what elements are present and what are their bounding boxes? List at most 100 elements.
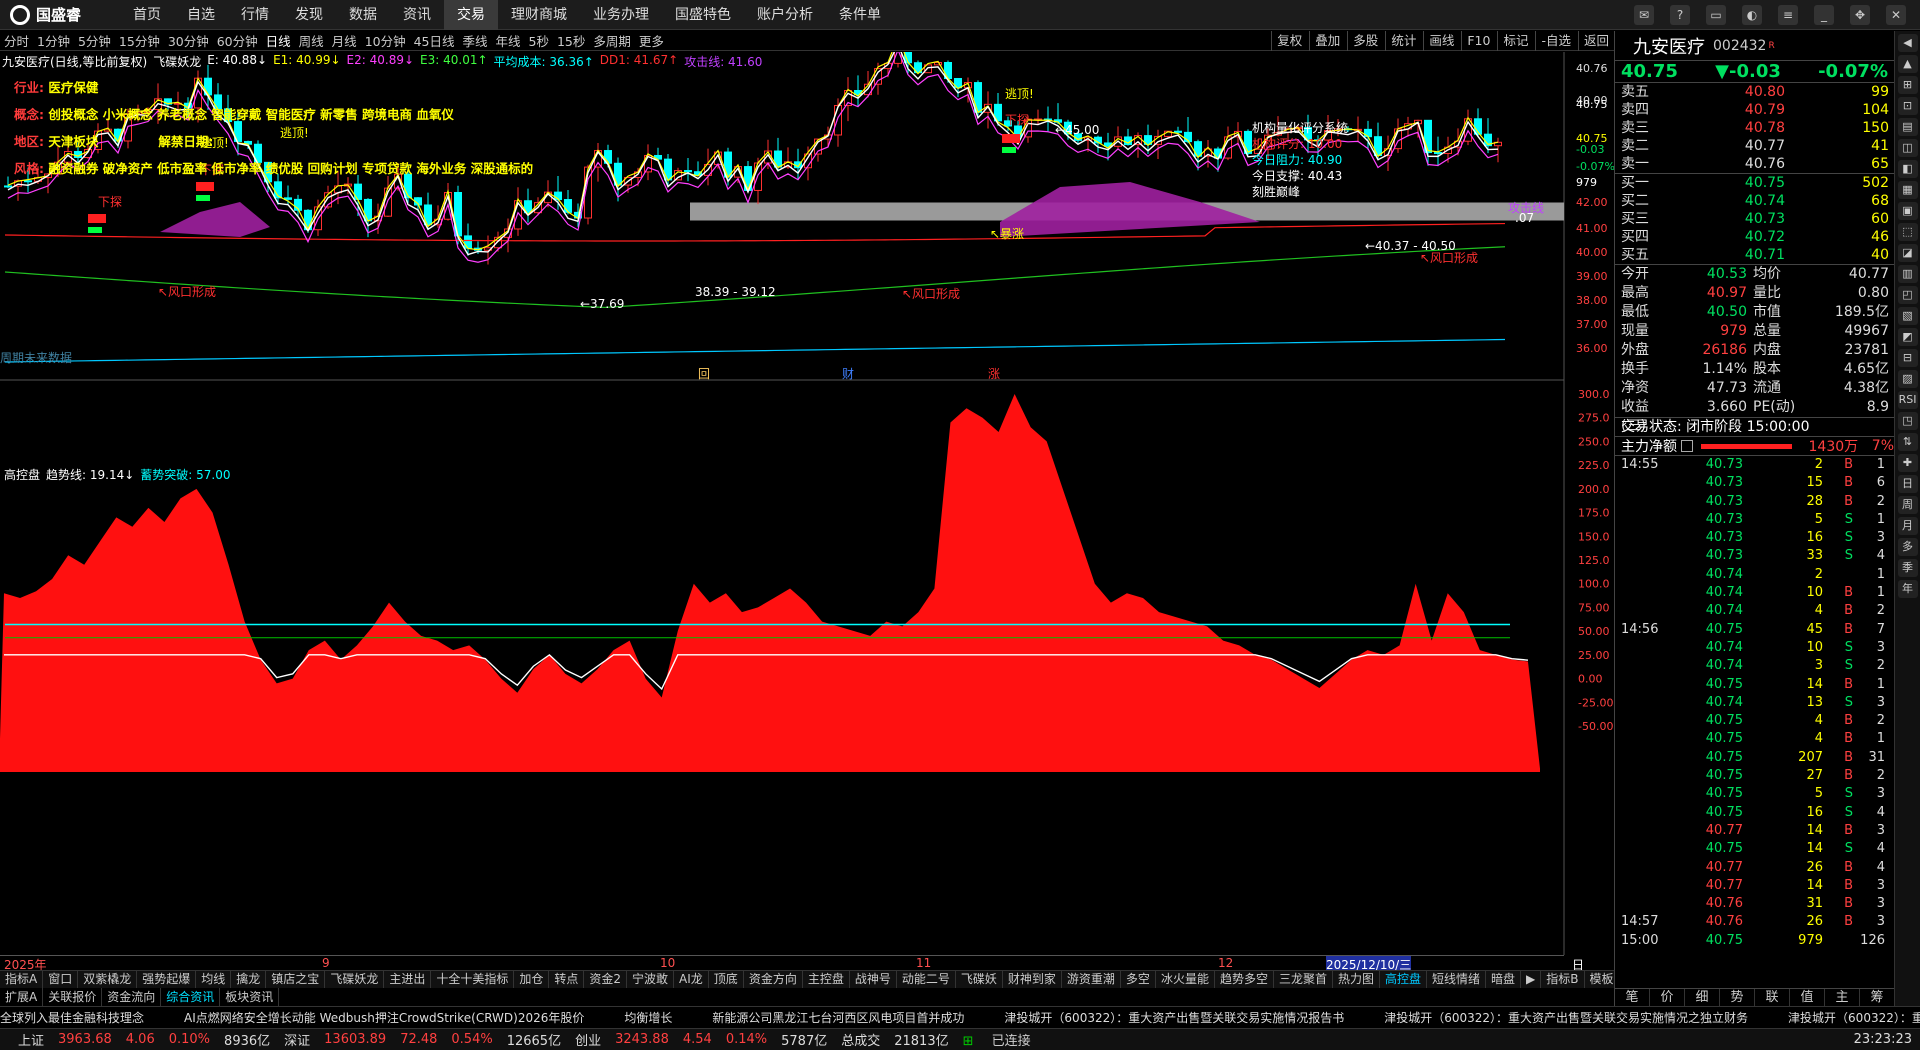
period-13[interactable]: 5秒 [525,31,553,50]
indicator-tab[interactable]: 飞碟妖龙 [325,971,385,988]
mail-icon[interactable]: ▭ [1706,4,1726,25]
side-tool-icon[interactable]: 多 [1897,538,1918,556]
tool-7[interactable]: -自选 [1535,31,1576,51]
info-tab[interactable]: 扩展A [0,988,44,1006]
panel-tab[interactable]: 笔 [1615,989,1650,1006]
tool-3[interactable]: 统计 [1385,31,1421,51]
indicator-tab[interactable]: 加仓 [514,971,550,988]
indicator-tab[interactable]: 镇店之宝 [266,971,326,988]
period-15[interactable]: 多周期 [589,31,635,50]
panel-tab[interactable]: 势 [1720,989,1755,1006]
sh-label[interactable]: 上证 [18,1030,44,1049]
info-tab[interactable]: 综合资讯 [161,988,221,1006]
indicator-tab[interactable]: 擒龙 [231,971,267,988]
tool-0[interactable]: 复权 [1271,31,1307,51]
side-tool-icon[interactable]: ◧ [1897,160,1918,178]
news-item[interactable]: 津投城开（600322）：重大资产出售暨关联交易实施情况报告书 [1004,1011,1344,1025]
indicator-tab[interactable]: 冰火量能 [1156,971,1215,988]
info-tab[interactable]: 板块资讯 [220,988,280,1006]
info-tab[interactable]: 资金流向 [102,988,162,1006]
bid-row[interactable]: 买二 40.74 68 [1615,192,1894,210]
panel-tab[interactable]: 主 [1825,989,1860,1006]
message-icon[interactable]: ✉ [1634,4,1654,25]
period-1[interactable]: 1分钟 [33,31,74,50]
panel-tab[interactable]: 值 [1790,989,1825,1006]
indicator-tab[interactable]: 指标A [0,971,44,988]
ask-row[interactable]: 卖四 40.79 104 [1615,101,1894,119]
indicator-tab[interactable]: 窗口 [43,971,79,988]
period-6[interactable]: 日线 [262,31,295,50]
side-tool-icon[interactable]: 周 [1897,496,1918,514]
indicator-tab[interactable]: 高控盘 [1380,971,1428,988]
side-tool-icon[interactable]: 日 [1897,475,1918,493]
period-2[interactable]: 5分钟 [74,31,115,50]
tool-2[interactable]: 多股 [1347,31,1383,51]
nav-2[interactable]: 行情 [228,0,282,30]
nav-1[interactable]: 自选 [174,0,228,30]
indicator-tab[interactable]: 财神到家 [1003,971,1062,988]
side-tool-icon[interactable]: ▧ [1897,307,1918,325]
side-tool-icon[interactable]: ▤ [1897,118,1918,136]
cy-label[interactable]: 创业 [575,1030,601,1049]
nav-3[interactable]: 发现 [282,0,336,30]
tool-5[interactable]: F10 [1461,31,1495,51]
tool-6[interactable]: 标记 [1497,31,1533,51]
flow-toggle-icon[interactable] [1680,440,1693,452]
indicator-tab[interactable]: 飞碟妖 [956,971,1003,988]
menu-icon[interactable]: ≡ [1778,4,1798,25]
maximize-icon[interactable]: ✥ [1850,4,1870,25]
bid-row[interactable]: 买四 40.72 46 [1615,228,1894,246]
side-tool-icon[interactable]: ✚ [1897,454,1918,472]
side-tool-icon[interactable]: ◳ [1897,412,1918,430]
panel-tab[interactable]: 联 [1755,989,1790,1006]
indicator-tab[interactable]: 强势起爆 [137,971,197,988]
indicator-tab[interactable]: 十全十美指标 [431,971,515,988]
side-tool-icon[interactable]: ◫ [1897,139,1918,157]
tool-4[interactable]: 画线 [1423,31,1459,51]
nav-11[interactable]: 条件单 [826,0,894,30]
side-tool-icon[interactable]: ⇅ [1897,433,1918,451]
close-icon[interactable]: ✕ [1886,4,1906,25]
news-item[interactable]: 均衡增长 [624,1011,672,1025]
period-5[interactable]: 60分钟 [213,31,262,50]
bid-row[interactable]: 买三 40.73 60 [1615,210,1894,228]
side-tool-icon[interactable]: ⊞ [1897,76,1918,94]
help-icon[interactable]: ? [1670,4,1690,25]
indicator-tab[interactable]: 热力图 [1333,971,1380,988]
side-tool-icon[interactable]: 季 [1897,559,1918,577]
period-8[interactable]: 月线 [328,31,361,50]
period-11[interactable]: 季线 [459,31,492,50]
tool-1[interactable]: 叠加 [1309,31,1345,51]
ask-row[interactable]: 卖一 40.76 65 [1615,155,1894,173]
period-12[interactable]: 年线 [492,31,525,50]
indicator-tab[interactable]: 暗盘 [1486,971,1522,988]
indicator-tab[interactable]: 宁波敢 [627,971,675,988]
news-item[interactable]: 全球列入最佳金融科技理念 [0,1011,144,1025]
indicator-tab[interactable]: 主控盘 [803,971,850,988]
indicator-tab[interactable]: 游资重潮 [1062,971,1121,988]
nav-9[interactable]: 国盛特色 [662,0,744,30]
panel-tab[interactable]: 细 [1685,989,1720,1006]
news-ticker[interactable]: 全球列入最佳金融科技理念 AI点燃网络安全增长动能 Wedbush押注CrowdS… [0,1006,1920,1028]
news-item[interactable]: 新能源公司黑龙江七台河西区风电项目首并成功 [712,1011,964,1025]
indicator-tab[interactable]: 动能二号 [897,971,956,988]
side-tool-icon[interactable]: 月 [1897,517,1918,535]
ask-row[interactable]: 卖三 40.78 150 [1615,119,1894,137]
panel-tab[interactable]: 筹 [1860,989,1895,1006]
indicator-tab-right[interactable]: 指标B [1541,971,1585,988]
indicator-tab[interactable]: 资金方向 [744,971,803,988]
nav-0[interactable]: 首页 [120,0,174,30]
indicator-tab[interactable]: 顶底 [709,971,744,988]
indicator-tab[interactable]: 趋势多空 [1215,971,1274,988]
indicator-tab[interactable]: 主进出 [384,971,432,988]
side-tool-icon[interactable]: ◰ [1897,286,1918,304]
sz-label[interactable]: 深证 [284,1030,310,1049]
side-tool-icon[interactable]: ▣ [1897,202,1918,220]
side-tool-icon[interactable]: ◪ [1897,244,1918,262]
indicator-tab[interactable]: 转点 [549,971,585,988]
indicator-tab[interactable]: 双紫橇龙 [78,971,138,988]
news-item[interactable]: 津投城开（600322）：重大 [1788,1011,1920,1025]
news-item[interactable]: AI点燃网络安全增长动能 Wedbush押注CrowdStrike(CRWD)2… [184,1011,584,1025]
bid-row[interactable]: 买一 40.75 502 [1615,174,1894,192]
side-tool-icon[interactable]: ▦ [1897,181,1918,199]
